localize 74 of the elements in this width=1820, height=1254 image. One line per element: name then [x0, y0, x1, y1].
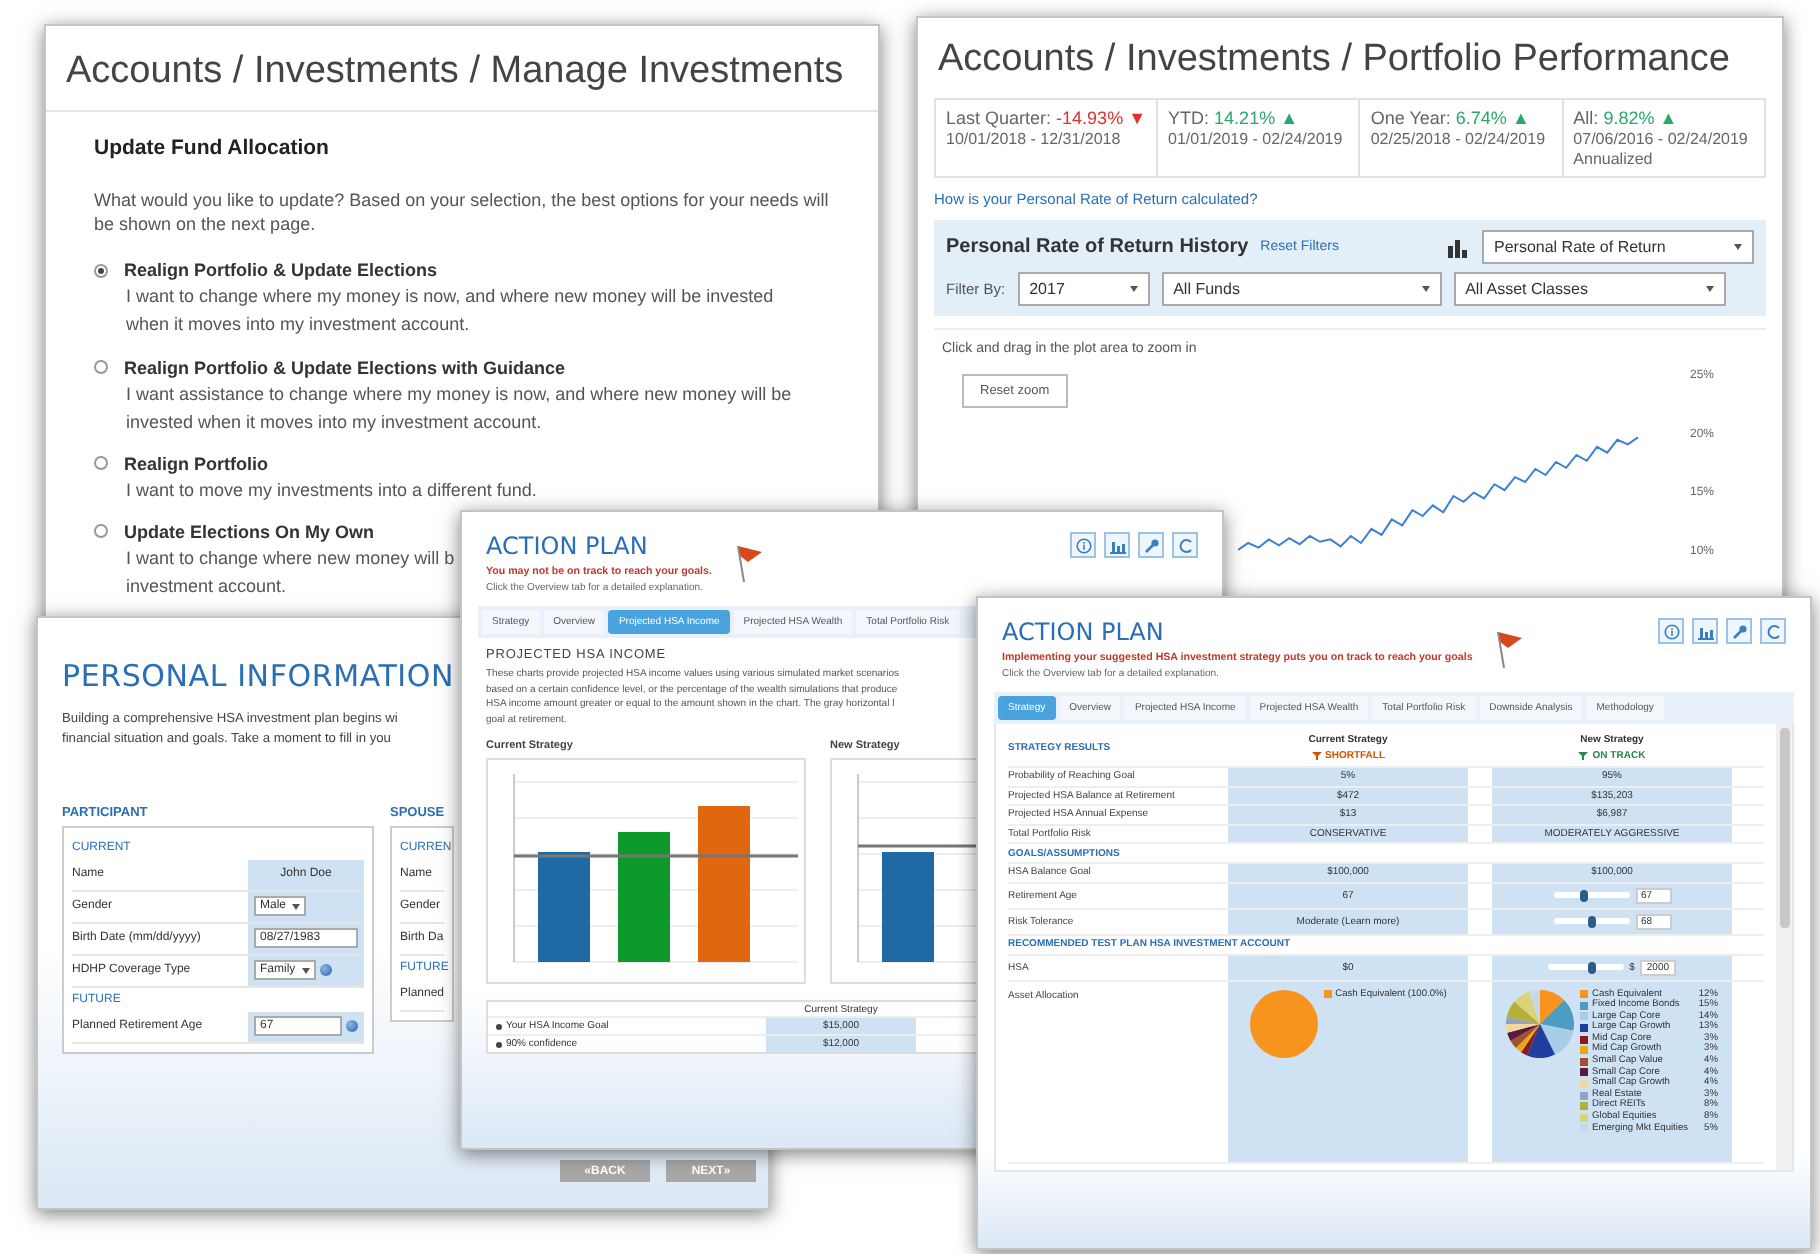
info-icon[interactable] [1070, 532, 1096, 558]
date-range: 01/01/2019 - 02/24/2019 [1168, 130, 1345, 148]
option-label[interactable]: Realign Portfolio & Update Elections [124, 260, 438, 281]
caret-icon [301, 967, 310, 974]
refresh-icon[interactable] [1172, 532, 1198, 558]
slider-track[interactable] [1553, 892, 1629, 898]
caret-icon [1421, 286, 1430, 292]
slider-track[interactable] [1547, 964, 1624, 970]
trend-arrow: ▲ [1511, 108, 1530, 128]
radio-button[interactable] [94, 456, 108, 471]
stat-label: Last Quarter: [946, 108, 1052, 128]
option-description: I want to change where new money will b [124, 545, 455, 571]
date-range: 07/06/2016 - 02/24/2019 [1573, 130, 1750, 148]
page-title: PERSONAL INFORMATION [60, 656, 457, 698]
section-title: Update Fund Allocation [94, 136, 331, 160]
slider-thumb[interactable] [1580, 889, 1589, 901]
bullet-icon [496, 1041, 502, 1047]
page-title: Accounts / Investments / Manage Investments [46, 26, 878, 112]
info-icon[interactable] [1658, 618, 1684, 644]
option-description: invested when it moves into my investment account. [124, 409, 542, 434]
date-range: 10/01/2018 - 12/31/2018 [946, 130, 1123, 148]
bar [618, 832, 670, 962]
bar [882, 852, 934, 962]
panel-title: Personal Rate of Return History [946, 236, 1249, 258]
filter-dropdown[interactable]: 2017 [1017, 272, 1150, 306]
intro-text: What would you like to update? Based on your selection, the best options for your needs will be shown on the next page. [94, 188, 830, 237]
stat-value: 14.21% [1214, 108, 1276, 128]
flag-icon [1492, 630, 1525, 670]
stat-value: 9.82% [1603, 108, 1655, 128]
funnel-icon [1578, 752, 1589, 760]
bar [538, 852, 590, 962]
bullet-icon [496, 1023, 502, 1029]
panel-title: ACTION PLAN [486, 532, 650, 560]
option-description: I want to move my investments into a different fund. [124, 477, 537, 502]
option-label[interactable]: Update Elections On My Own [124, 521, 375, 542]
trend-arrow: ▲ [1659, 108, 1678, 128]
caret-icon [1734, 244, 1742, 250]
metric-dropdown[interactable]: Personal Rate of Return [1482, 230, 1754, 264]
filter-dropdown[interactable]: All Funds [1161, 272, 1442, 306]
funnel-icon [1311, 752, 1321, 760]
caret-icon [1129, 286, 1138, 292]
slider-thumb[interactable] [1588, 961, 1596, 973]
scrollbar[interactable] [1776, 724, 1792, 1169]
stat-label: All: [1573, 108, 1599, 128]
option-description: I want assistance to change where my money is now, and where new money will be [124, 381, 792, 406]
stat-value: -14.93% [1056, 108, 1124, 128]
radio-button[interactable] [94, 263, 108, 278]
refresh-icon[interactable] [1760, 618, 1786, 644]
wrench-icon[interactable] [1726, 618, 1752, 644]
stat-note: Annualized [1573, 150, 1655, 168]
legend-swatch [1323, 990, 1332, 999]
wrench-icon[interactable] [1138, 532, 1164, 558]
slider-track[interactable] [1553, 918, 1629, 924]
caret-icon [1705, 286, 1714, 292]
trend-arrow: ▼ [1128, 108, 1147, 128]
bar-chart-icon[interactable] [1448, 237, 1470, 257]
stat-label: YTD: [1168, 108, 1210, 128]
option-label[interactable]: Realign Portfolio [124, 453, 268, 474]
flag-icon [731, 544, 764, 584]
date-range: 02/25/2018 - 02/24/2019 [1370, 130, 1548, 148]
option-label[interactable]: Realign Portfolio & Update Elections with Guidance [124, 357, 566, 378]
option-description: investment account. [124, 574, 287, 599]
caret-icon [292, 903, 301, 910]
option-description: I want to change where my money is now, and where new money will be invested [124, 284, 774, 309]
panel-title: ACTION PLAN [1002, 618, 1166, 646]
slider-thumb[interactable] [1587, 915, 1595, 927]
stat-value: 6.74% [1455, 108, 1507, 128]
page-title: Accounts / Investments / Portfolio Performance [936, 36, 1733, 84]
radio-button[interactable] [94, 524, 108, 539]
radio-button[interactable] [94, 360, 108, 375]
trend-arrow: ▲ [1280, 108, 1299, 128]
option-description: when it moves into my investment account. [124, 312, 470, 338]
filter-dropdown[interactable]: All Asset Classes [1453, 272, 1726, 306]
stat-label: One Year: [1370, 108, 1451, 128]
